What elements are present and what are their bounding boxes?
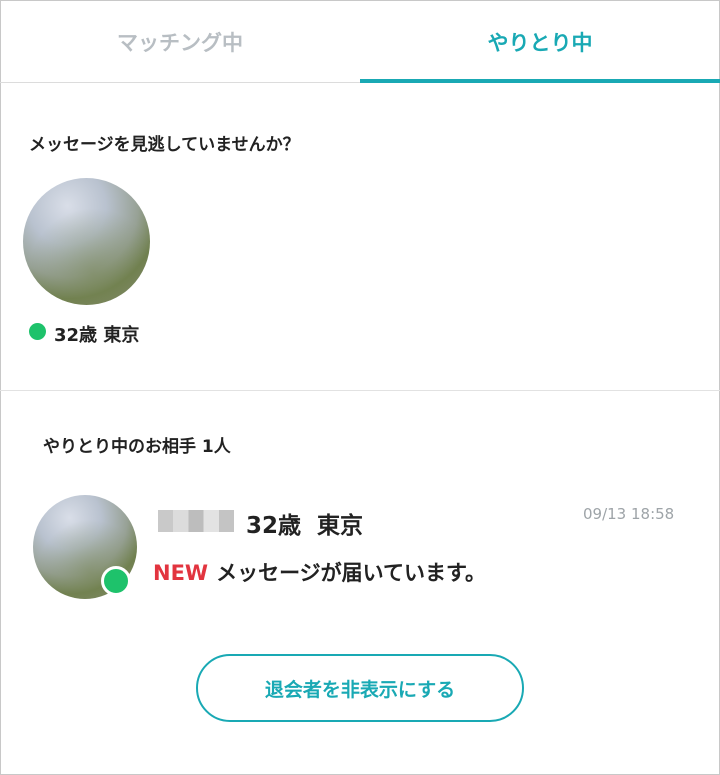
missed-profile-info: 32歳 東京 — [54, 325, 140, 346]
missed-profile-avatar[interactable] — [23, 178, 150, 305]
conversation-message-preview: NEW メッセージが届いています。 — [153, 557, 486, 587]
conversation-timestamp: 09/13 18:58 — [583, 505, 675, 523]
message-text: メッセージが届いています。 — [216, 561, 486, 585]
hide-withdrawn-users-button[interactable]: 退会者を非表示にする — [196, 654, 524, 722]
tab-bar: マッチング中 やりとり中 — [0, 0, 720, 83]
online-status-dot — [101, 566, 131, 596]
conversation-count-title: やりとり中のお相手 1人 — [43, 437, 231, 457]
blurred-name — [158, 510, 234, 532]
section-divider — [0, 390, 720, 391]
active-tab-indicator — [360, 79, 720, 83]
missed-messages-title: メッセージを見逃していませんか？ — [29, 135, 300, 155]
online-status-dot — [29, 323, 46, 340]
conversation-row[interactable]: 32歳 東京 09/13 18:58 NEW メッセージが届いています。 — [0, 480, 720, 620]
conversation-profile-info: 32歳 東京 — [246, 513, 364, 539]
tab-matching[interactable]: マッチング中 — [0, 0, 360, 83]
tab-chatting[interactable]: やりとり中 — [360, 0, 720, 83]
new-badge: NEW — [153, 561, 209, 585]
